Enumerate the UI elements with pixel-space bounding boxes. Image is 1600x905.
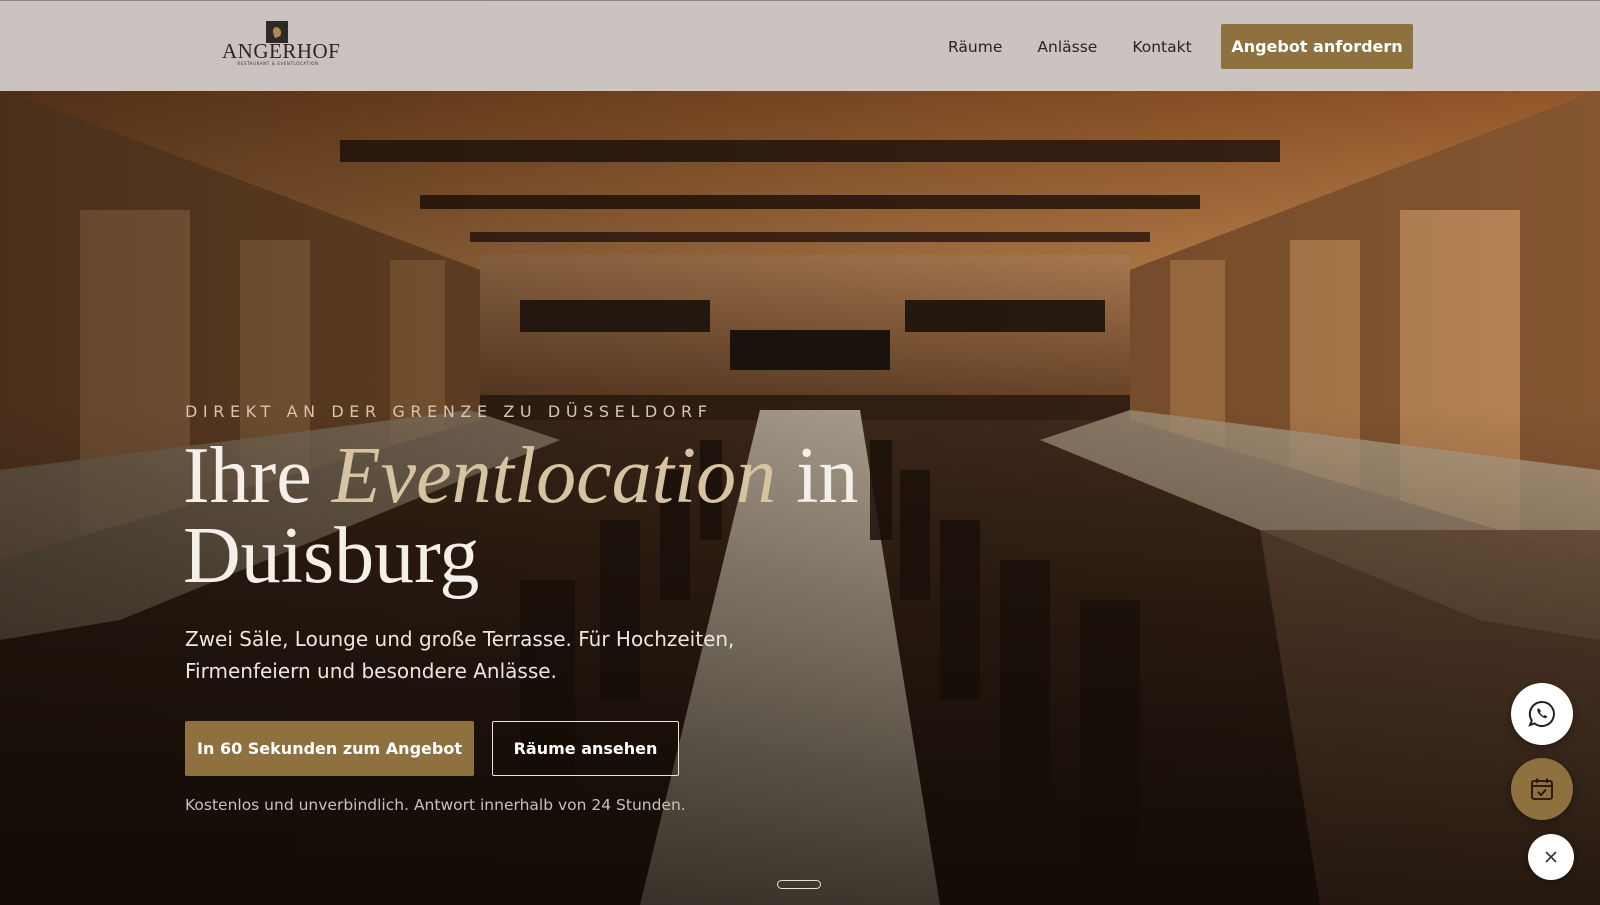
hero-subline: Zwei Säle, Lounge und große Terrasse. Fü… bbox=[185, 627, 735, 683]
headline-accent: Eventlocation bbox=[331, 432, 777, 520]
nav-item-raeume[interactable]: Räume bbox=[948, 37, 1002, 57]
main-navigation: Räume Anlässe Kontakt bbox=[948, 37, 1227, 57]
headline-part-1: Ihre bbox=[183, 432, 332, 520]
view-rooms-button[interactable]: Räume ansehen bbox=[492, 721, 679, 776]
nav-item-anlaesse[interactable]: Anlässe bbox=[1037, 37, 1097, 57]
scroll-indicator[interactable] bbox=[777, 880, 821, 889]
close-icon bbox=[1545, 851, 1557, 863]
hero-headline: Ihre Eventlocation in Duisburg bbox=[183, 436, 903, 596]
whatsapp-button[interactable] bbox=[1511, 683, 1573, 745]
logo-tagline: RESTAURANT & EVENTLOCATION bbox=[237, 61, 319, 66]
close-floating-button[interactable] bbox=[1528, 834, 1574, 880]
hero-note: Kostenlos und unverbindlich. Antwort inn… bbox=[185, 796, 686, 814]
calendar-check-icon bbox=[1531, 778, 1553, 800]
nav-item-kontakt[interactable]: Kontakt bbox=[1132, 37, 1191, 57]
quick-offer-button[interactable]: In 60 Sekunden zum Angebot bbox=[185, 721, 474, 776]
calendar-button[interactable] bbox=[1511, 758, 1573, 820]
hero-eyebrow: DIREKT AN DER GRENZE ZU DÜSSELDORF bbox=[185, 402, 713, 421]
logo[interactable]: ANGERHOF RESTAURANT & EVENTLOCATION bbox=[222, 21, 340, 67]
site-header: ANGERHOF RESTAURANT & EVENTLOCATION Räum… bbox=[0, 0, 1600, 91]
request-offer-button[interactable]: Angebot anfordern bbox=[1221, 24, 1413, 69]
whatsapp-icon bbox=[1528, 700, 1555, 727]
